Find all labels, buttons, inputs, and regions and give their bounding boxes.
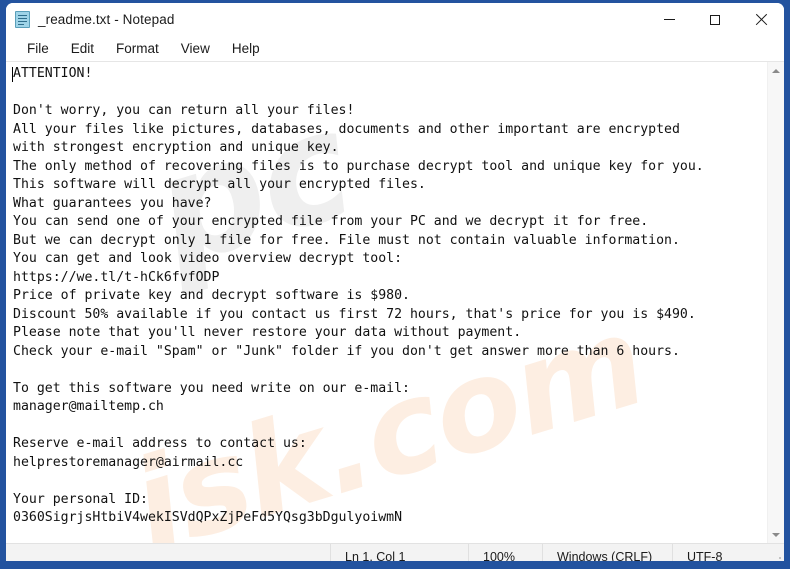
text-line: But we can decrypt only 1 file for free.… <box>13 232 680 248</box>
scroll-up-icon[interactable] <box>768 62 784 79</box>
text-line: This software will decrypt all your encr… <box>13 177 426 192</box>
ransom-note-text: ATTENTION! Don't worry, you can return al… <box>6 62 767 528</box>
text-line: What guarantees you have? <box>13 195 212 211</box>
notepad-icon <box>15 11 30 28</box>
text-line: Price of private key and decrypt softwar… <box>13 288 410 303</box>
scroll-down-icon[interactable] <box>768 526 784 543</box>
status-zoom[interactable]: 100% <box>468 543 542 561</box>
status-encoding[interactable]: UTF-8 <box>672 543 784 561</box>
text-line: Discount 50% available if you contact us… <box>13 306 696 322</box>
text-line: Please note that you'll never restore yo… <box>13 325 522 340</box>
text-line: You can get and look video overview decr… <box>13 251 403 266</box>
text-line: Reserve e-mail address to contact us: <box>13 436 307 451</box>
maximize-button[interactable] <box>692 3 738 36</box>
window-title: _readme.txt - Notepad <box>38 12 175 27</box>
editor-region: pc isk.com ATTENTION! Don't worry, you ca… <box>6 61 784 543</box>
vertical-scrollbar[interactable] <box>767 62 784 543</box>
text-line <box>13 472 767 491</box>
text-line: All your files like pictures, databases,… <box>13 121 680 137</box>
minimize-button[interactable] <box>646 3 692 36</box>
text-line <box>13 361 767 380</box>
caption-buttons <box>646 3 784 36</box>
title-bar-left: _readme.txt - Notepad <box>6 11 646 28</box>
window-body: _readme.txt - Notepad File Edit Format V… <box>6 3 784 561</box>
text-line: ATTENTION! <box>13 66 93 81</box>
status-line-column: Ln 1, Col 1 <box>330 543 468 561</box>
text-line: helprestoremanager@airmail.cc <box>13 454 244 470</box>
text-line: Your personal ID: <box>13 491 148 507</box>
text-line: manager@mailtemp.ch <box>13 399 164 414</box>
text-line <box>13 84 767 103</box>
status-line-ending[interactable]: Windows (CRLF) <box>542 543 672 561</box>
minimize-icon <box>663 19 675 20</box>
maximize-icon <box>710 14 720 25</box>
text-line: The only method of recovering files is t… <box>13 158 704 174</box>
text-line: 0360SigrjsHtbiV4wekISVdQPxZjPeFd5YQsg3bD… <box>13 510 403 525</box>
menu-item-format[interactable]: Format <box>105 39 170 59</box>
text-line: To get this software you need write on o… <box>13 380 410 396</box>
text-caret <box>12 67 14 82</box>
menu-item-edit[interactable]: Edit <box>60 39 105 59</box>
text-line <box>13 417 767 436</box>
text-line: Check your e-mail "Spam" or "Junk" folde… <box>13 343 680 359</box>
text-line: with strongest encryption and unique key… <box>13 140 339 155</box>
text-line: Don't worry, you can return all your fil… <box>13 103 355 118</box>
menu-item-help[interactable]: Help <box>221 39 271 59</box>
text-editor[interactable]: pc isk.com ATTENTION! Don't worry, you ca… <box>6 62 767 543</box>
menu-bar: File Edit Format View Help <box>6 36 784 61</box>
notepad-window: _readme.txt - Notepad File Edit Format V… <box>0 0 790 569</box>
menu-item-view[interactable]: View <box>170 39 221 59</box>
status-bar: Ln 1, Col 1 100% Windows (CRLF) UTF-8 <box>6 543 784 561</box>
close-icon <box>755 13 768 26</box>
close-button[interactable] <box>738 3 784 36</box>
resize-grip-icon[interactable] <box>769 555 781 561</box>
menu-item-file[interactable]: File <box>16 39 60 59</box>
text-line: You can send one of your encrypted file … <box>13 214 649 229</box>
text-line: https://we.tl/t-hCk6fvfODP <box>13 269 220 285</box>
title-bar[interactable]: _readme.txt - Notepad <box>6 3 784 36</box>
